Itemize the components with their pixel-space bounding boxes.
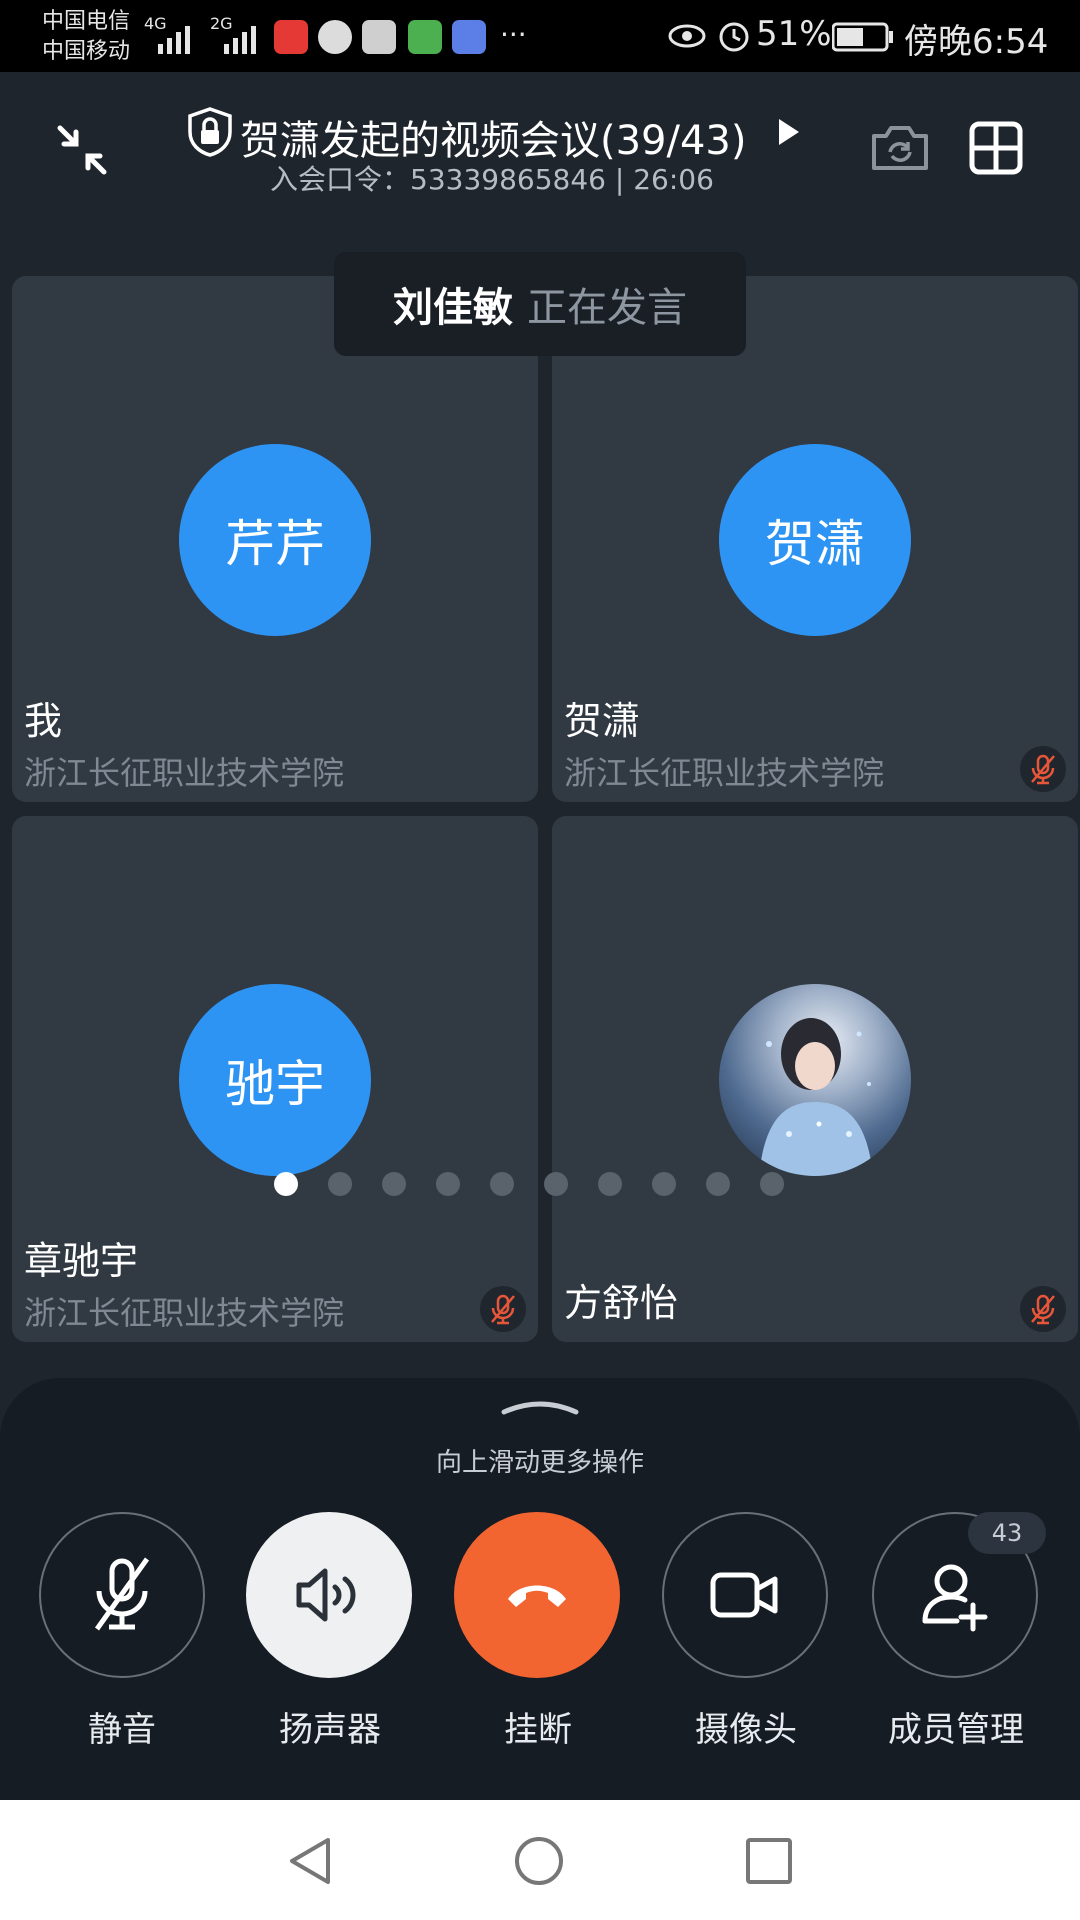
minimize-icon[interactable] (54, 122, 110, 178)
add-member-icon (922, 1564, 988, 1632)
signal-icon-2 (224, 26, 256, 54)
camera-icon (710, 1572, 778, 1618)
participant-name: 章驰宇 (24, 1239, 139, 1283)
battery-percent: 51% (756, 14, 832, 54)
page-dot[interactable] (760, 1172, 784, 1196)
page-dot[interactable] (490, 1172, 514, 1196)
meeting-code: 入会口令：53339865846 | 26:06 (270, 163, 714, 196)
app-icon-2 (452, 20, 486, 54)
speaker-name: 刘佳敏 (393, 285, 513, 331)
navigation-bar (0, 1800, 1080, 1920)
avatar: 驰宇 (179, 984, 371, 1176)
back-icon[interactable] (284, 1834, 338, 1888)
speaking-status: 正在发言 (527, 285, 687, 331)
portrait-image (759, 1018, 873, 1176)
page-dot[interactable] (652, 1172, 676, 1196)
speaker-icon (296, 1568, 356, 1622)
more-notifications: ··· (500, 18, 527, 51)
switch-camera-icon[interactable] (870, 122, 930, 174)
participant-name: 我 (24, 699, 63, 743)
app-icon (318, 20, 352, 54)
mute-button[interactable] (39, 1512, 205, 1678)
mic-muted-badge (480, 1286, 526, 1332)
alarm-icon (719, 22, 749, 52)
mute-label: 静音 (88, 1710, 156, 1750)
speaker-label: 扬声器 (279, 1710, 381, 1750)
hangup-icon (508, 1585, 566, 1607)
carrier-2: 中国移动 (42, 39, 131, 64)
avatar: 贺潇 (719, 444, 911, 636)
camera-label: 摄像头 (695, 1710, 797, 1750)
participant-name: 方舒怡 (564, 1281, 679, 1325)
page-indicator[interactable] (274, 1172, 784, 1196)
carrier-1: 中国电信 (42, 9, 131, 34)
mic-muted-icon (1031, 1294, 1055, 1325)
participant-name: 贺潇 (564, 699, 641, 743)
participant-org: 浙江长征职业技术学院 (24, 754, 345, 792)
mic-muted-badge (1020, 746, 1066, 792)
speaking-toast: 刘佳敏 正在发言 (334, 252, 746, 356)
controls-sheet[interactable]: 向上滑动更多操作 静音 扬声器 挂断 摄像头 43 成员管理 (0, 1378, 1080, 1800)
participant-org: 浙江长征职业技术学院 (564, 754, 885, 792)
participant-org: 浙江长征职业技术学院 (24, 1294, 345, 1332)
mic-muted-badge (1020, 1286, 1066, 1332)
page-dot[interactable] (382, 1172, 406, 1196)
eye-icon (668, 24, 706, 48)
page-dot[interactable] (328, 1172, 352, 1196)
meeting-header: 贺潇发起的视频会议(39/43) 入会口令：53339865846 | 26:0… (0, 72, 1080, 222)
mic-muted-icon (1031, 754, 1055, 785)
huawei-app-icon (362, 20, 396, 54)
recents-icon[interactable] (742, 1834, 796, 1888)
page-dot[interactable] (544, 1172, 568, 1196)
clock: 傍晚6:54 (904, 22, 1049, 62)
mic-muted-icon (491, 1294, 515, 1325)
hangup-button[interactable] (454, 1512, 620, 1678)
home-icon[interactable] (512, 1834, 566, 1888)
drag-handle-icon[interactable] (500, 1398, 580, 1418)
hangup-label: 挂断 (504, 1710, 572, 1750)
speaker-button[interactable] (246, 1512, 412, 1678)
page-dot[interactable] (706, 1172, 730, 1196)
status-bar: 中国电信 中国移动 4G 2G ··· 51% 傍晚6:54 (0, 0, 1080, 72)
mic-off-icon (94, 1557, 150, 1631)
recorder-app-icon (274, 20, 308, 54)
avatar-photo (719, 984, 911, 1176)
camera-button[interactable] (662, 1512, 828, 1678)
signal-icon (158, 26, 190, 54)
play-app-icon (408, 20, 442, 54)
page-dot[interactable] (274, 1172, 298, 1196)
page-dot[interactable] (598, 1172, 622, 1196)
lock-shield-icon (188, 107, 232, 157)
grid-layout-icon[interactable] (968, 120, 1024, 176)
play-arrow-icon[interactable] (776, 116, 802, 148)
participant-tile-fangshuyi[interactable]: 方舒怡 (552, 816, 1078, 1342)
member-management-label: 成员管理 (888, 1710, 1024, 1750)
member-count-badge: 43 (968, 1512, 1046, 1554)
swipe-hint: 向上滑动更多操作 (435, 1448, 644, 1478)
participant-tile-zhangchiyu[interactable]: 驰宇 章驰宇 浙江长征职业技术学院 (12, 816, 538, 1342)
page-dot[interactable] (436, 1172, 460, 1196)
avatar: 芹芹 (179, 444, 371, 636)
battery-icon (832, 22, 893, 52)
